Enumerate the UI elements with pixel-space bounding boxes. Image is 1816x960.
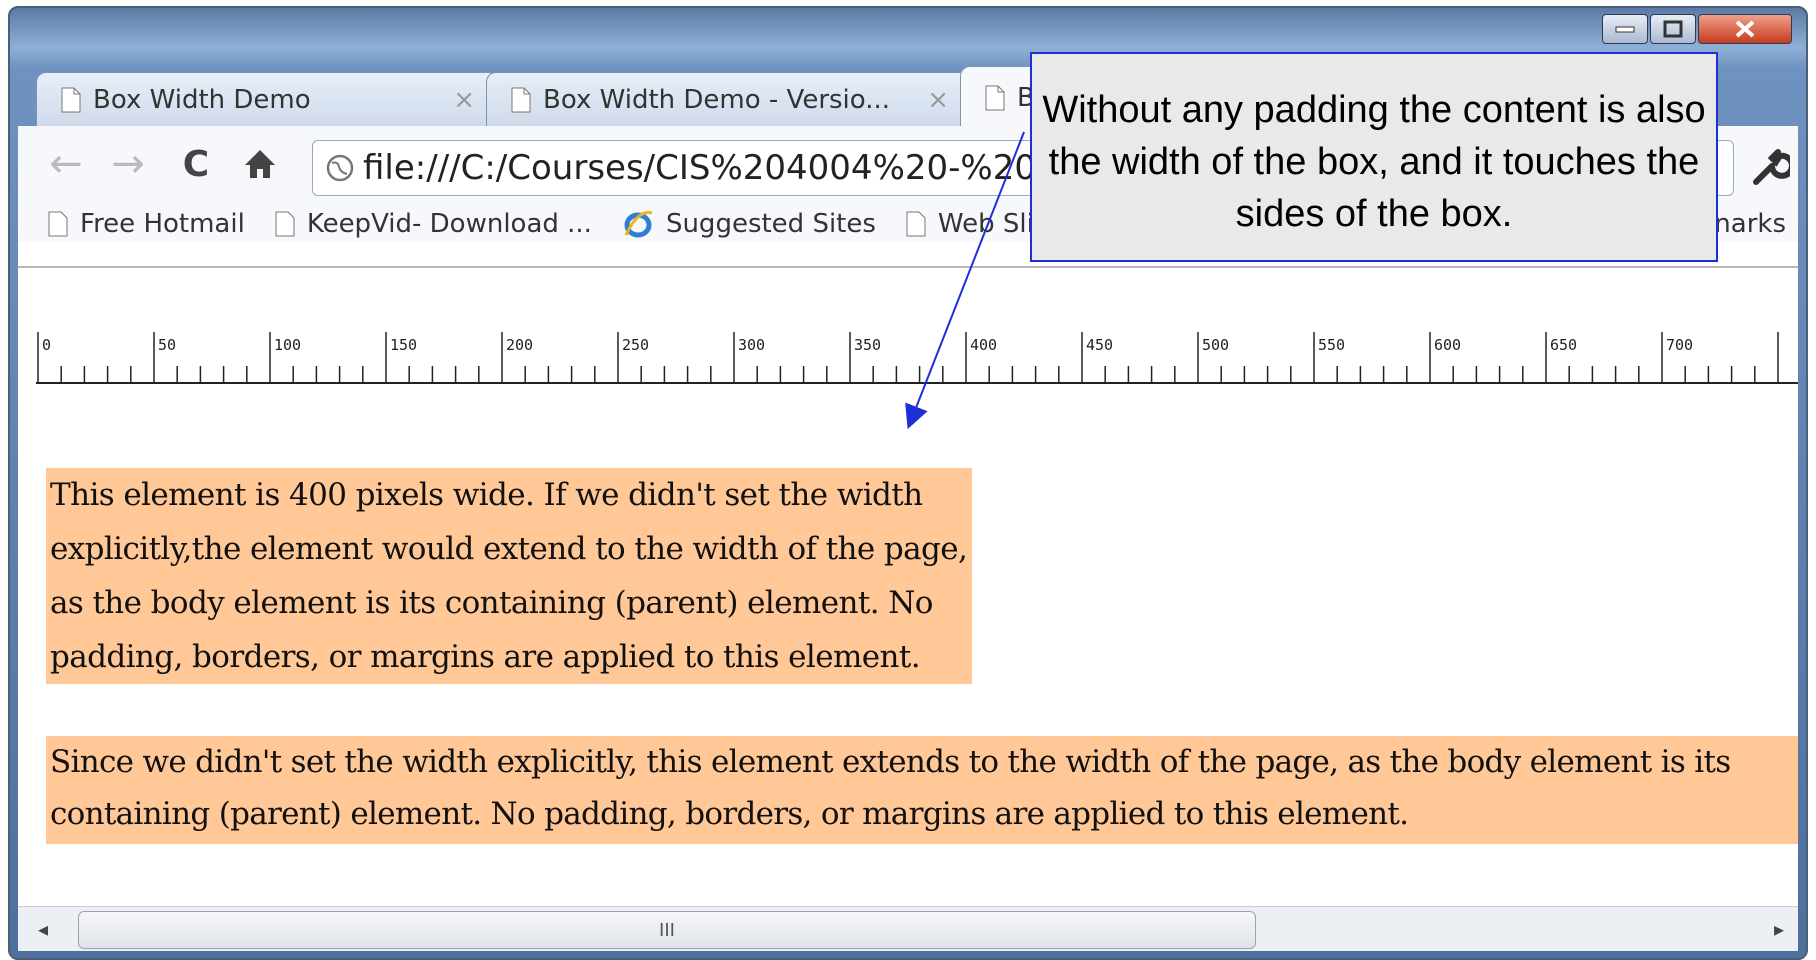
pixel-ruler: 0 50 100 150 200 250 300 350 400 450 500 550 600 650 7… <box>36 332 1798 384</box>
home-icon <box>245 150 275 178</box>
annotation-callout: Without any padding the content is also … <box>1030 52 1718 262</box>
maximize-button[interactable] <box>1650 14 1696 44</box>
bookmark-label: Web Sli <box>937 209 1034 239</box>
tab-box-width-demo[interactable]: Box Width Demo × <box>36 72 498 127</box>
page-icon <box>511 87 531 113</box>
minimize-icon <box>1615 26 1635 33</box>
close-icon <box>1735 20 1755 38</box>
ruler-label: 450 <box>1086 336 1113 354</box>
tab-close-icon[interactable]: × <box>453 85 475 115</box>
page-viewport: 0 50 100 150 200 250 300 350 400 450 500 550 600 650 7… <box>18 242 1798 906</box>
close-window-button[interactable] <box>1698 14 1792 44</box>
globe-icon <box>326 154 354 182</box>
reload-icon: C <box>182 143 210 185</box>
bookmark-web-slices[interactable]: Web Sli <box>906 209 1034 239</box>
horizontal-scrollbar[interactable]: ◂ III ▸ <box>18 906 1798 951</box>
tab-close-icon[interactable]: × <box>927 85 949 115</box>
minimize-button[interactable] <box>1602 14 1648 44</box>
page-icon <box>275 211 295 237</box>
bookmark-suggested-sites[interactable]: Suggested Sites <box>622 209 876 239</box>
reload-button[interactable]: C <box>176 143 216 185</box>
tab-box-width-demo-version[interactable]: Box Width Demo - Versio... × <box>486 72 972 127</box>
ruler-label: 0 <box>42 336 51 354</box>
bookmark-keepvid[interactable]: KeepVid- Download ... <box>275 209 592 239</box>
fixed-width-box: This element is 400 pixels wide. If we d… <box>46 468 972 684</box>
divider <box>18 266 1798 268</box>
bookmark-free-hotmail[interactable]: Free Hotmail <box>48 209 245 239</box>
wrench-menu-button[interactable] <box>1750 148 1795 192</box>
page-icon <box>906 211 926 237</box>
ruler-label: 250 <box>622 336 649 354</box>
tab-label: Box Width Demo <box>93 85 311 115</box>
ruler-label: 650 <box>1550 336 1577 354</box>
back-button[interactable]: ← <box>46 141 86 187</box>
ruler-label: 200 <box>506 336 533 354</box>
other-bookmarks-label[interactable]: narks <box>1714 209 1786 239</box>
ruler-label: 100 <box>274 336 301 354</box>
tab-label: Box Width Demo - Versio... <box>543 85 891 115</box>
page-icon <box>985 85 1005 111</box>
scrollbar-grip: III <box>659 919 675 941</box>
ruler-label: 500 <box>1202 336 1229 354</box>
maximize-icon <box>1663 20 1683 38</box>
ruler-label: 50 <box>158 336 176 354</box>
ruler-label: 400 <box>970 336 997 354</box>
wrench-icon <box>1753 149 1795 185</box>
page-icon <box>61 87 81 113</box>
bookmark-label: Suggested Sites <box>665 209 876 239</box>
bookmark-label: KeepVid- Download ... <box>306 209 592 239</box>
back-icon: ← <box>49 141 83 187</box>
home-button[interactable] <box>240 144 280 184</box>
ruler-label: 550 <box>1318 336 1345 354</box>
ruler-label: 700 <box>1666 336 1693 354</box>
scrollbar-thumb[interactable]: III <box>78 911 1256 949</box>
ruler-label: 300 <box>738 336 765 354</box>
ruler-label: 350 <box>854 336 881 354</box>
full-width-box: Since we didn't set the width explicitly… <box>46 736 1798 844</box>
forward-icon: → <box>111 141 145 187</box>
ie-icon <box>624 210 653 238</box>
forward-button[interactable]: → <box>108 141 148 187</box>
ruler-graphic: 0 50 100 150 200 250 300 350 400 450 500 550 600 650 7… <box>37 332 1779 382</box>
scroll-left-icon[interactable]: ◂ <box>38 917 48 941</box>
window-controls <box>1602 14 1792 44</box>
ruler-label: 150 <box>390 336 417 354</box>
bookmark-label: Free Hotmail <box>80 209 245 239</box>
page-icon <box>48 211 68 237</box>
address-text: file:///C:/Courses/CIS%204004%20-%20Web <box>363 148 1111 188</box>
scroll-right-icon[interactable]: ▸ <box>1774 917 1784 941</box>
ruler-label: 600 <box>1434 336 1461 354</box>
